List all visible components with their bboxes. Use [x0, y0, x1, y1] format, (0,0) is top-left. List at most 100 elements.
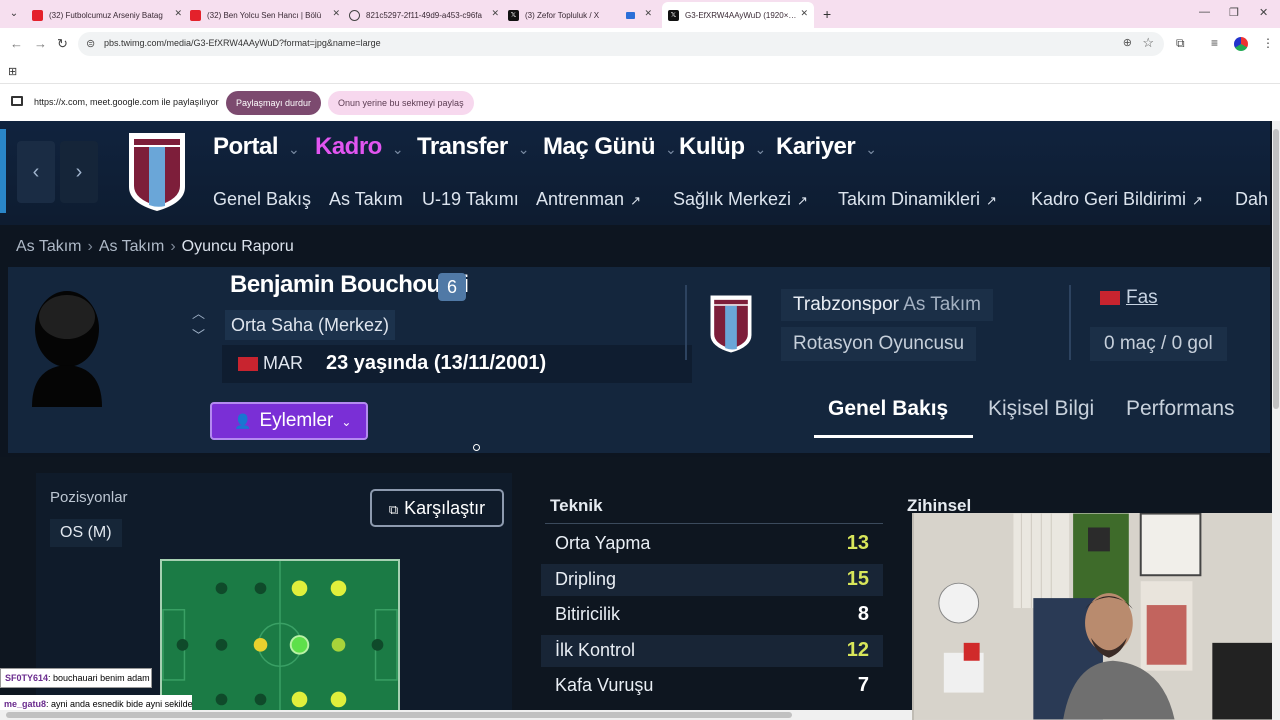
close-tab-icon[interactable]: ✕ [800, 8, 808, 19]
scrollbar-thumb[interactable] [1273, 129, 1279, 409]
submenu-label: Dah [1235, 189, 1269, 209]
address-bar-row: ← → ↻ ⊜ pbs.twimg.com/media/G3-EfXRW4AAy… [0, 28, 1280, 60]
scrollbar-thumb[interactable] [6, 712, 792, 718]
external-link-icon: ↗ [986, 193, 997, 208]
mouse-cursor-icon [473, 444, 480, 451]
stop-sharing-button[interactable]: Paylaşmayı durdur [226, 91, 322, 115]
submenu-u19[interactable]: U-19 Takımı [422, 189, 519, 210]
close-tab-icon[interactable]: ✕ [332, 8, 340, 19]
technical-title: Teknik [550, 496, 603, 515]
divider [545, 523, 883, 524]
new-tab-icon[interactable]: + [823, 6, 831, 22]
nav-back-button[interactable]: ‹ [17, 141, 55, 203]
submenu-saglik-merkezi[interactable]: Sağlık Merkezi ↗ [673, 189, 808, 210]
tab-performans[interactable]: Performans [1126, 397, 1235, 421]
chevron-down-icon: ⌄ [665, 141, 677, 157]
forward-icon[interactable]: → [34, 36, 47, 51]
nationality: MAR [238, 353, 303, 374]
browser-tab-active[interactable]: 𝕏 G3-EfXRW4AAyWuD (1920×1080) ✕ [662, 2, 814, 28]
minimize-icon[interactable]: — [1199, 6, 1210, 18]
nav-forward-button[interactable]: › [60, 141, 98, 203]
submenu-label: Takım Dinamikleri [838, 189, 981, 209]
browser-tab[interactable]: 𝕏 (3) Zefor Topluluk / X [508, 4, 618, 26]
attribute-row[interactable]: Dripling 15 [541, 564, 883, 596]
chat-text: : ayni anda esnedik bide ayni sekilde [46, 699, 193, 709]
submenu-kadro-geri-bildirimi[interactable]: Kadro Geri Bildirimi ↗ [1031, 189, 1203, 210]
actions-button[interactable]: 👤 Eylemler ⌄ [210, 402, 368, 440]
youtube-icon [32, 9, 43, 21]
menu-kulup[interactable]: Kulüp ⌄ [679, 133, 766, 161]
breadcrumb-item[interactable]: As Takım [99, 238, 165, 255]
submenu-takim-dinamikleri[interactable]: Takım Dinamikleri ↗ [838, 189, 997, 210]
close-tab-icon[interactable]: ✕ [644, 8, 652, 19]
previous-player-icon[interactable]: ︿ [192, 303, 205, 322]
restore-icon[interactable]: ❐ [1229, 6, 1239, 19]
compare-button[interactable]: ⧉ Karşılaştır [370, 489, 504, 527]
chevron-down-icon: ⌄ [391, 141, 404, 157]
extensions-icon[interactable]: ⧉ [1176, 36, 1185, 51]
submenu-more[interactable]: Dah [1235, 189, 1268, 210]
chevron-down-icon: ⌄ [288, 141, 300, 157]
attribute-name: Dripling [555, 569, 617, 589]
team-name: As Takım [903, 294, 981, 315]
back-icon[interactable]: ← [10, 36, 23, 51]
zoom-icon[interactable]: ⊕ [1123, 36, 1132, 49]
submenu-as-takim[interactable]: As Takım [329, 189, 403, 210]
apps-grid-icon[interactable]: ⊞ [8, 65, 17, 78]
reload-icon[interactable]: ↻ [57, 36, 68, 52]
club-team-box[interactable]: Trabzonspor As Takım [781, 289, 993, 321]
player-age: 23 yaşında (13/11/2001) [326, 352, 547, 374]
media-control-icon[interactable]: ≡ [1211, 36, 1218, 50]
attribute-value: 15 [846, 568, 869, 590]
club-crest-logo [710, 295, 752, 353]
external-link-icon: ↗ [630, 193, 641, 208]
player-position: Orta Saha (Merkez) [225, 310, 396, 340]
breadcrumb-separator-icon: › [87, 238, 93, 255]
close-window-icon[interactable]: ✕ [1259, 6, 1268, 19]
position-badge: OS (M) [50, 519, 122, 547]
attribute-row[interactable]: İlk Kontrol 12 [541, 635, 883, 667]
address-field[interactable]: ⊜ pbs.twimg.com/media/G3-EfXRW4AAyWuD?fo… [78, 32, 1164, 56]
profile-avatar[interactable] [1234, 37, 1248, 51]
share-this-tab-button[interactable]: Onun yerine bu sekmeyi paylaş [328, 91, 474, 115]
breadcrumb-item[interactable]: As Takım [16, 238, 82, 255]
tab-title: 821c5297-2f11-49d9-a453-c96fa [366, 10, 482, 20]
x-icon: 𝕏 [508, 9, 519, 21]
menu-transfer[interactable]: Transfer ⌄ [417, 133, 529, 161]
site-info-icon[interactable]: ⊜ [86, 37, 95, 50]
attribute-row[interactable]: Bitiricilik 8 [541, 599, 883, 631]
external-link-icon: ↗ [1192, 193, 1203, 208]
nationality-age-row: MAR 23 yaşında (13/11/2001) [222, 345, 692, 383]
share-status-text: https://x.com, meet.google.com ile payla… [34, 97, 219, 107]
next-player-icon[interactable]: ﹀ [192, 325, 205, 344]
compare-label: Karşılaştır [404, 498, 486, 518]
national-team-link[interactable]: Fas [1100, 287, 1158, 309]
submenu-genel-bakis[interactable]: Genel Bakış [213, 189, 311, 210]
positions-title: Pozisyonlar [50, 489, 128, 506]
divider [685, 285, 687, 360]
menu-kebab-icon[interactable]: ⋮ [1262, 36, 1274, 50]
tab-search-icon[interactable]: ⌄ [6, 6, 22, 22]
browser-tab[interactable]: ✕ [626, 4, 654, 26]
tab-kisisel-bilgi[interactable]: Kişisel Bilgi [988, 397, 1094, 421]
bookmark-star-icon[interactable]: ☆ [1142, 35, 1154, 51]
submenu-antrenman[interactable]: Antrenman ↗ [536, 189, 641, 210]
tab-title: (32) Futbolcumuz Arseniy Batag [49, 10, 163, 20]
menu-kariyer[interactable]: Kariyer ⌄ [776, 133, 877, 161]
tab-title: (3) Zefor Topluluk / X [525, 10, 600, 20]
vertical-scrollbar[interactable] [1272, 121, 1280, 720]
close-tab-icon[interactable]: ✕ [491, 8, 499, 19]
menu-kadro[interactable]: Kadro ⌄ [315, 133, 404, 161]
browser-tab[interactable]: 821c5297-2f11-49d9-a453-c96fa ✕ [349, 4, 499, 26]
browser-tab[interactable]: (32) Futbolcumuz Arseniy Batag ✕ [32, 4, 182, 26]
horizontal-scrollbar[interactable] [0, 710, 912, 720]
close-tab-icon[interactable]: ✕ [174, 8, 182, 19]
menu-portal[interactable]: Portal ⌄ [213, 133, 300, 161]
divider [1069, 285, 1071, 360]
browser-tab[interactable]: (32) Ben Yolcu Sen Hancı | Bölü ✕ [190, 4, 340, 26]
menu-mac-gunu[interactable]: Maç Günü ⌄ [543, 133, 677, 161]
tab-genel-bakis[interactable]: Genel Bakış [828, 397, 948, 421]
meet-icon [626, 11, 635, 19]
attribute-row[interactable]: Orta Yapma 13 [541, 528, 883, 560]
attribute-row[interactable]: Kafa Vuruşu 7 [541, 670, 883, 702]
